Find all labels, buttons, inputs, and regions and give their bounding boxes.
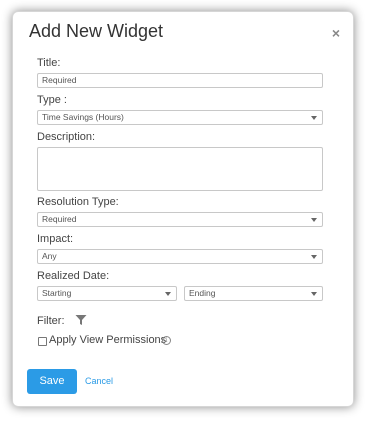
type-select-value: Time Savings (Hours) (42, 112, 124, 122)
close-icon[interactable]: × (332, 25, 340, 41)
chevron-down-icon (311, 218, 317, 222)
description-textarea[interactable] (37, 147, 323, 191)
apply-view-permissions-label: Apply View Permissions (49, 334, 167, 346)
starting-select[interactable]: Starting (37, 286, 177, 301)
title-input[interactable]: Required (37, 73, 323, 88)
ending-value: Ending (189, 288, 216, 298)
title-label: Title: (37, 57, 61, 69)
impact-label: Impact: (37, 233, 74, 245)
save-button[interactable]: Save (27, 369, 77, 394)
filter-label: Filter: (37, 315, 65, 327)
impact-select[interactable]: Any (37, 249, 323, 264)
apply-view-permissions-checkbox[interactable] (38, 337, 47, 346)
description-label: Description: (37, 131, 96, 143)
chevron-down-icon (311, 255, 317, 259)
chevron-down-icon (165, 292, 171, 296)
resolution-type-label: Resolution Type: (37, 196, 119, 208)
resolution-type-value: Required (42, 214, 77, 224)
filter-icon[interactable] (75, 313, 87, 331)
chevron-down-icon (311, 116, 317, 120)
info-icon[interactable]: i (162, 336, 171, 345)
realized-date-label: Realized Date: (37, 270, 110, 282)
starting-value: Starting (42, 288, 72, 298)
type-select[interactable]: Time Savings (Hours) (37, 110, 323, 125)
cancel-button[interactable]: Cancel (85, 376, 113, 386)
resolution-type-select[interactable]: Required (37, 212, 323, 227)
dialog-title: Add New Widget (29, 21, 164, 41)
add-widget-dialog: Add New Widget × Title: Required Type : … (12, 11, 354, 407)
chevron-down-icon (311, 292, 317, 296)
ending-select[interactable]: Ending (184, 286, 323, 301)
type-label: Type : (37, 94, 67, 106)
impact-value: Any (42, 251, 57, 261)
